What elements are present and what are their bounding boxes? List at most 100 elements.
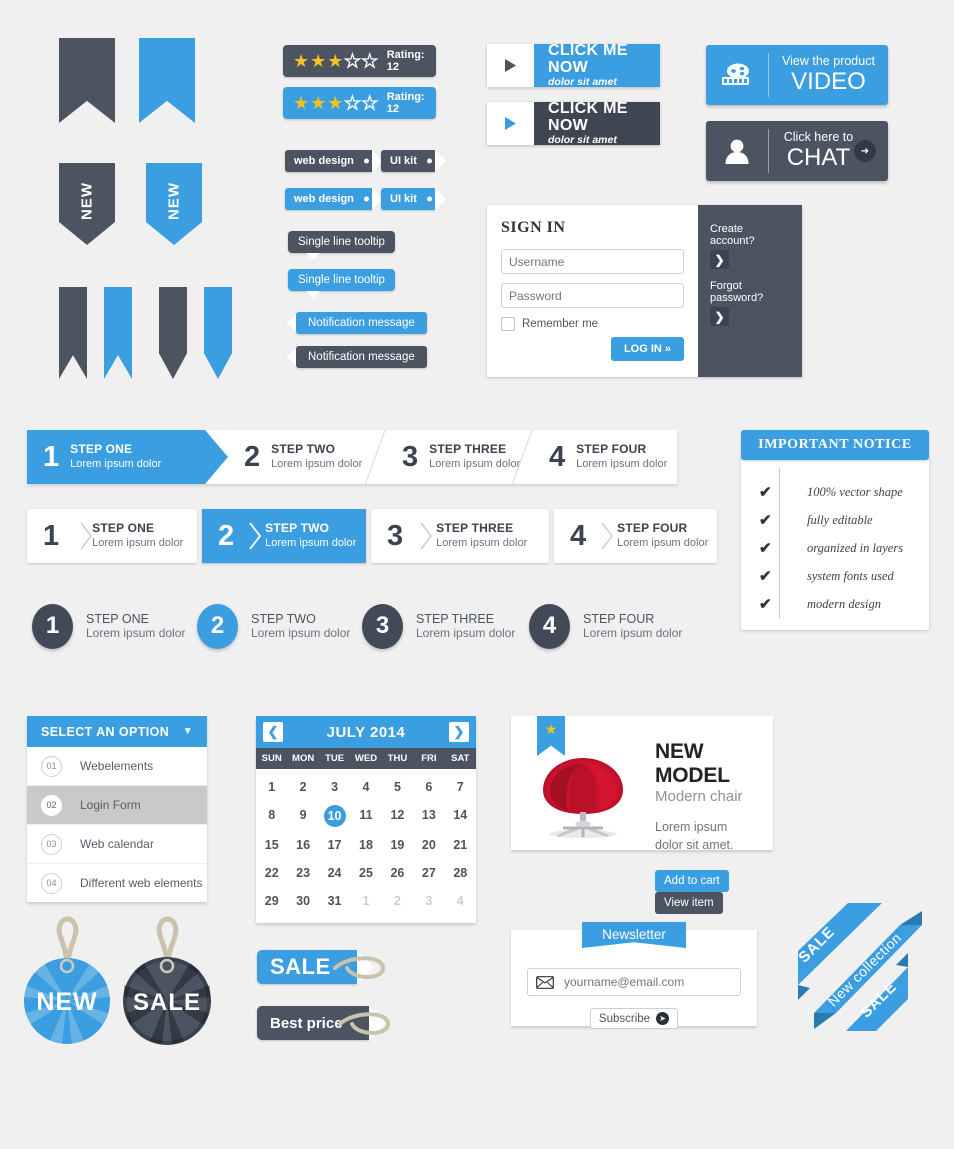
calendar-day[interactable]: 31 bbox=[319, 887, 350, 915]
calendar-day[interactable]: 17 bbox=[319, 831, 350, 859]
create-account-arrow-icon[interactable]: ❯ bbox=[710, 250, 729, 269]
rating-widget-dark[interactable]: ★★★★★ Rating: 12 bbox=[283, 45, 436, 77]
calendar-day[interactable]: 14 bbox=[445, 801, 476, 831]
option-label: Different web elements bbox=[80, 876, 203, 890]
step-circle-item-2[interactable]: 2 STEP TWO Lorem ipsum dolor bbox=[197, 600, 362, 652]
select-option-web-calendar[interactable]: 03 Web calendar bbox=[27, 825, 207, 864]
bookmark-strip-dark-notch[interactable] bbox=[59, 287, 87, 379]
calendar-day[interactable]: 29 bbox=[256, 887, 287, 915]
bookmark-strip-blue-notch[interactable] bbox=[104, 287, 132, 379]
calendar-day[interactable]: 26 bbox=[382, 859, 413, 887]
password-input[interactable] bbox=[501, 283, 684, 308]
select-option-login-form[interactable]: 02 Login Form bbox=[27, 786, 207, 825]
calendar-day[interactable]: 27 bbox=[413, 859, 444, 887]
calendar-day[interactable]: 1 bbox=[350, 887, 381, 915]
calendar-day[interactable]: 19 bbox=[382, 831, 413, 859]
forgot-password-arrow-icon[interactable]: ❯ bbox=[710, 307, 729, 326]
newsletter-email-input[interactable] bbox=[562, 974, 732, 990]
tag-web-design-blue[interactable]: web design bbox=[285, 188, 383, 210]
star-icon: ★ bbox=[544, 721, 558, 737]
step-circle-item-4[interactable]: 4 STEP FOUR Lorem ipsum dolor bbox=[529, 600, 692, 652]
cta-button-blue[interactable]: CLICK ME NOW dolor sit amet bbox=[487, 42, 660, 87]
notice-item-label: system fonts used bbox=[807, 568, 894, 583]
step-item-3[interactable]: 3 STEP THREE Lorem ipsum dolor bbox=[386, 430, 533, 484]
step-card-3[interactable]: 3 STEP THREE Lorem ipsum dolor bbox=[371, 509, 549, 563]
calendar-day[interactable]: 4 bbox=[350, 773, 381, 801]
chevron-down-icon[interactable]: ▼ bbox=[183, 726, 193, 737]
calendar-day[interactable]: 15 bbox=[256, 831, 287, 859]
step-card-4[interactable]: 4 STEP FOUR Lorem ipsum dolor bbox=[554, 509, 717, 563]
cta-button-dark[interactable]: CLICK ME NOW dolor sit amet bbox=[487, 100, 660, 145]
hang-badge-sale[interactable]: SALE bbox=[120, 905, 214, 1045]
calendar-day[interactable]: 16 bbox=[287, 831, 318, 859]
newsletter-ribbon-label: Newsletter bbox=[582, 922, 686, 948]
calendar-next-button[interactable]: ❯ bbox=[448, 722, 469, 742]
calendar-day[interactable]: 20 bbox=[413, 831, 444, 859]
calendar-day-grid[interactable]: 1 2 3 4 5 6 7 8 9 10 11 12 13 14 15 16 17 18 19 20 21 22 23 24 2… bbox=[256, 769, 476, 923]
add-to-cart-button[interactable]: Add to cart bbox=[655, 870, 729, 892]
calendar-day[interactable]: 21 bbox=[445, 831, 476, 859]
rating-stars[interactable]: ★★★★★ bbox=[293, 93, 379, 112]
remember-me-checkbox[interactable] bbox=[501, 317, 515, 331]
calendar-day[interactable]: 5 bbox=[382, 773, 413, 801]
tag-web-design-dark[interactable]: web design bbox=[285, 150, 383, 172]
subscribe-button[interactable]: Subscribe ➤ bbox=[589, 1008, 679, 1029]
calendar-day[interactable]: 24 bbox=[319, 859, 350, 887]
calendar-day[interactable]: 6 bbox=[413, 773, 444, 801]
calendar-day[interactable]: 8 bbox=[256, 801, 287, 831]
newsletter-email-row[interactable] bbox=[527, 968, 741, 996]
calendar-day[interactable]: 25 bbox=[350, 859, 381, 887]
arrow-right-icon[interactable]: ➜ bbox=[854, 140, 876, 162]
rating-stars[interactable]: ★★★★★ bbox=[293, 51, 379, 70]
step-circle-item-3[interactable]: 3 STEP THREE Lorem ipsum dolor bbox=[362, 600, 529, 652]
calendar-day[interactable]: 3 bbox=[319, 773, 350, 801]
username-input[interactable] bbox=[501, 249, 684, 274]
calendar-day[interactable]: 1 bbox=[256, 773, 287, 801]
tag-ui-kit-dark[interactable]: UI kit bbox=[381, 150, 446, 172]
calendar-day[interactable]: 23 bbox=[287, 859, 318, 887]
step-card-2[interactable]: 2 STEP TWO Lorem ipsum dolor bbox=[202, 509, 366, 563]
bookmark-strip-blue-point[interactable] bbox=[204, 287, 232, 379]
rating-count-label: Rating: 12 bbox=[386, 91, 425, 115]
calendar-day[interactable]: 2 bbox=[287, 773, 318, 801]
calendar-day[interactable]: 11 bbox=[350, 801, 381, 831]
calendar-prev-button[interactable]: ❮ bbox=[263, 722, 283, 742]
step-item-2[interactable]: 2 STEP TWO Lorem ipsum dolor bbox=[228, 430, 386, 484]
select-header[interactable]: SELECT AN OPTION ▼ bbox=[27, 716, 207, 747]
calendar-day[interactable]: 4 bbox=[445, 887, 476, 915]
select-option-different-web-elements[interactable]: 04 Different web elements bbox=[27, 864, 207, 902]
view-video-button[interactable]: View the product VIDEO bbox=[706, 45, 888, 105]
calendar-day[interactable]: 2 bbox=[382, 887, 413, 915]
bookmark-dark-new[interactable]: NEW bbox=[59, 163, 115, 245]
step-item-4[interactable]: 4 STEP FOUR Lorem ipsum dolor bbox=[533, 430, 677, 484]
hang-badge-new[interactable]: NEW bbox=[20, 905, 114, 1045]
bookmark-shape bbox=[204, 287, 232, 379]
rating-widget-blue[interactable]: ★★★★★ Rating: 12 bbox=[283, 87, 436, 119]
bookmark-blue-new[interactable]: NEW bbox=[146, 163, 202, 245]
step-card-1[interactable]: 1 STEP ONE Lorem ipsum dolor bbox=[27, 509, 197, 563]
select-option-webelements[interactable]: 01 Webelements bbox=[27, 747, 207, 786]
login-button[interactable]: LOG IN » bbox=[610, 337, 684, 361]
remember-me-row[interactable]: Remember me bbox=[501, 317, 684, 331]
calendar-day[interactable]: 3 bbox=[413, 887, 444, 915]
step-circle-item-1[interactable]: 1 STEP ONE Lorem ipsum dolor bbox=[32, 600, 197, 652]
tag-ui-kit-blue[interactable]: UI kit bbox=[381, 188, 446, 210]
bookmark-strip-dark-point[interactable] bbox=[159, 287, 187, 379]
calendar-day[interactable]: 10 bbox=[319, 801, 350, 831]
user-icon bbox=[706, 136, 768, 166]
calendar-day[interactable]: 9 bbox=[287, 801, 318, 831]
calendar-day[interactable]: 13 bbox=[413, 801, 444, 831]
bookmark-blue-notch[interactable] bbox=[139, 38, 195, 123]
calendar-day[interactable]: 22 bbox=[256, 859, 287, 887]
step-item-1[interactable]: 1 STEP ONE Lorem ipsum dolor bbox=[27, 430, 228, 484]
bookmark-dark-notch[interactable] bbox=[59, 38, 115, 123]
calendar-day[interactable]: 18 bbox=[350, 831, 381, 859]
calendar-day[interactable]: 28 bbox=[445, 859, 476, 887]
important-notice-panel: IMPORTANT NOTICE ✔ 100% vector shape ✔ f… bbox=[741, 430, 929, 630]
calendar-day[interactable]: 7 bbox=[445, 773, 476, 801]
step-number: 4 bbox=[549, 440, 566, 473]
calendar-day[interactable]: 30 bbox=[287, 887, 318, 915]
view-item-button[interactable]: View item bbox=[655, 892, 723, 914]
calendar-day[interactable]: 12 bbox=[382, 801, 413, 831]
chat-button[interactable]: Click here to CHAT ➜ bbox=[706, 121, 888, 181]
